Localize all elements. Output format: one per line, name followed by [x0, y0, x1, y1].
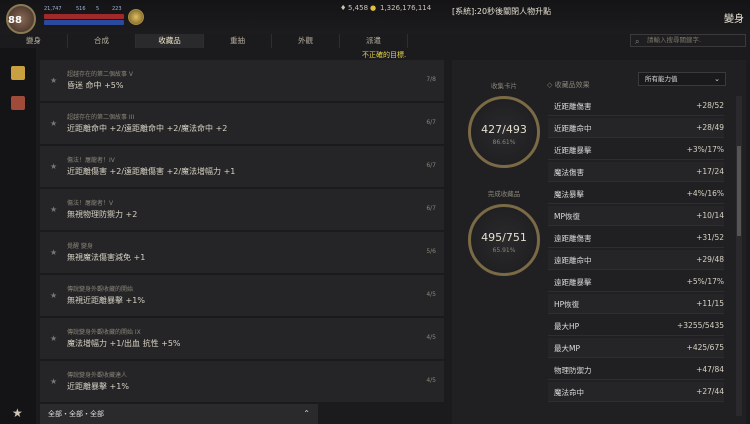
tab-transform[interactable]: 變身 [0, 34, 68, 48]
list-item[interactable]: ★ 傷法！屠龍者！V 無視物理防禦力 +2 6/7 [40, 189, 444, 231]
list-item[interactable]: ★ 覺醒 變身 無視魔法傷害減免 +1 5/6 [40, 232, 444, 274]
hp-bar [44, 14, 124, 19]
effects-header: ◇ 收藏品效果 [547, 81, 590, 89]
sidebar [0, 48, 36, 424]
mp-bar [44, 20, 124, 25]
system-message: [系統]:20秒後關閉人物升點 [452, 7, 552, 16]
tab-appearance[interactable]: 外觀 [272, 34, 340, 48]
stat-c: 5 [96, 6, 100, 12]
star-icon[interactable]: ★ [50, 119, 57, 128]
list-item[interactable]: ★ 傳說變身外觀收藏的開始 無視近距離暴擊 +1% 4/5 [40, 275, 444, 317]
star-icon[interactable]: ★ [50, 205, 57, 214]
collection-book-icon[interactable] [11, 66, 25, 80]
red-book-icon[interactable] [11, 96, 25, 110]
list-item[interactable]: ★ 傳說變身外觀收藏達人 近距離暴擊 +1% 4/5 [40, 361, 444, 403]
search-input[interactable]: ⌕ 請輸入搜尋關鍵字. [630, 34, 746, 47]
star-icon[interactable]: ★ [50, 248, 57, 257]
effect-row: MP恢復 +10/14 [548, 206, 724, 226]
stat-filter-dropdown[interactable]: 所有能力值 ⌄ [638, 72, 726, 86]
effect-row: 遠距離暴擊 +5%/17% [548, 272, 724, 292]
tab-combine[interactable]: 合成 [68, 34, 136, 48]
done-label: 完成收藏品 [487, 190, 521, 198]
star-icon[interactable]: ★ [50, 334, 57, 343]
favorite-star-icon[interactable]: ★ [12, 406, 23, 420]
star-icon[interactable]: ★ [50, 76, 57, 85]
tab-redraw[interactable]: 重抽 [204, 34, 272, 48]
effects-scrollbar[interactable] [736, 96, 742, 416]
level-badge: 88 [8, 15, 22, 26]
effect-row: 遠距離命中 +29/48 [548, 250, 724, 270]
effect-row: 遠距離傷害 +31/52 [548, 228, 724, 248]
list-item[interactable]: ★ 傳說變身外觀收藏的開始 IX 魔法增幅力 +1/出血 抗性 +5% 4/5 [40, 318, 444, 360]
card-label: 收集卡片 [491, 82, 517, 90]
effect-row: 物理防禦力 +47/84 [548, 360, 724, 380]
stat-a: 21,747 [44, 6, 62, 12]
coin-icon: ● [370, 4, 377, 12]
tab-bar: 變身 合成 收藏品 重抽 外觀 派遣 [0, 34, 430, 48]
effect-row: 魔法傷害 +17/24 [548, 162, 724, 182]
chevron-up-icon: ⌃ [303, 409, 310, 418]
tab-collection[interactable]: 收藏品 [136, 34, 204, 48]
summary-panel: 收集卡片 427/493 86.61% 完成收藏品 495/751 65.91% ◇… [452, 60, 746, 424]
collection-list: ★ 超越存在的第二個故事 V 昏迷 命中 +5% 7/8 ★ 超越存在的第二個故事 II… [40, 60, 444, 404]
diamond-icon: ♦ [340, 4, 347, 12]
effect-row: 近距離暴擊 +3%/17% [548, 140, 724, 160]
effect-row: 魔法命中 +27/44 [548, 382, 724, 402]
list-item[interactable]: ★ 超越存在的第二個故事 V 昏迷 命中 +5% 7/8 [40, 60, 444, 102]
emblem-icon[interactable] [128, 9, 144, 25]
effect-row: 最大HP +3255/5435 [548, 316, 724, 336]
effect-row: 最大MP +425/675 [548, 338, 724, 358]
page-title: 變身 [724, 14, 744, 25]
star-icon[interactable]: ★ [50, 377, 57, 386]
stat-b: 516 [76, 6, 86, 12]
list-item[interactable]: ★ 傷法！屠龍者！IV 近距離傷害 +2/遠距離傷害 +2/魔法增幅力 +1 6/7 [40, 146, 444, 188]
warning-text: 不正確的目標. [362, 51, 407, 59]
star-icon[interactable]: ★ [50, 291, 57, 300]
card-progress-ring: 427/493 86.61% [468, 96, 540, 168]
scrollbar-thumb[interactable] [737, 146, 741, 236]
effect-row: 近距離命中 +28/49 [548, 118, 724, 138]
currency-b: 1,326,176,114 [380, 4, 432, 12]
effect-row: 近距離傷害 +28/52 [548, 96, 724, 116]
effect-row: HP恢復 +11/15 [548, 294, 724, 314]
effect-row: 魔法暴擊 +4%/16% [548, 184, 724, 204]
list-item[interactable]: ★ 超越存在的第二個故事 III 近距離命中 +2/遠距離命中 +2/魔法命中 +2… [40, 103, 444, 145]
tab-dispatch[interactable]: 派遣 [340, 34, 408, 48]
currency-a: 5,458 [348, 4, 369, 12]
stat-d: 223 [112, 6, 122, 12]
search-icon: ⌕ [635, 37, 640, 46]
star-icon[interactable]: ★ [50, 162, 57, 171]
done-progress-ring: 495/751 65.91% [468, 204, 540, 276]
filter-dropdown[interactable]: 全部・全部・全部 ⌃ [40, 404, 318, 424]
top-bar: 88 21,747 516 5 223 ♦ 5,458 ● 1,326,176,… [0, 0, 750, 34]
chevron-down-icon: ⌄ [714, 75, 720, 83]
